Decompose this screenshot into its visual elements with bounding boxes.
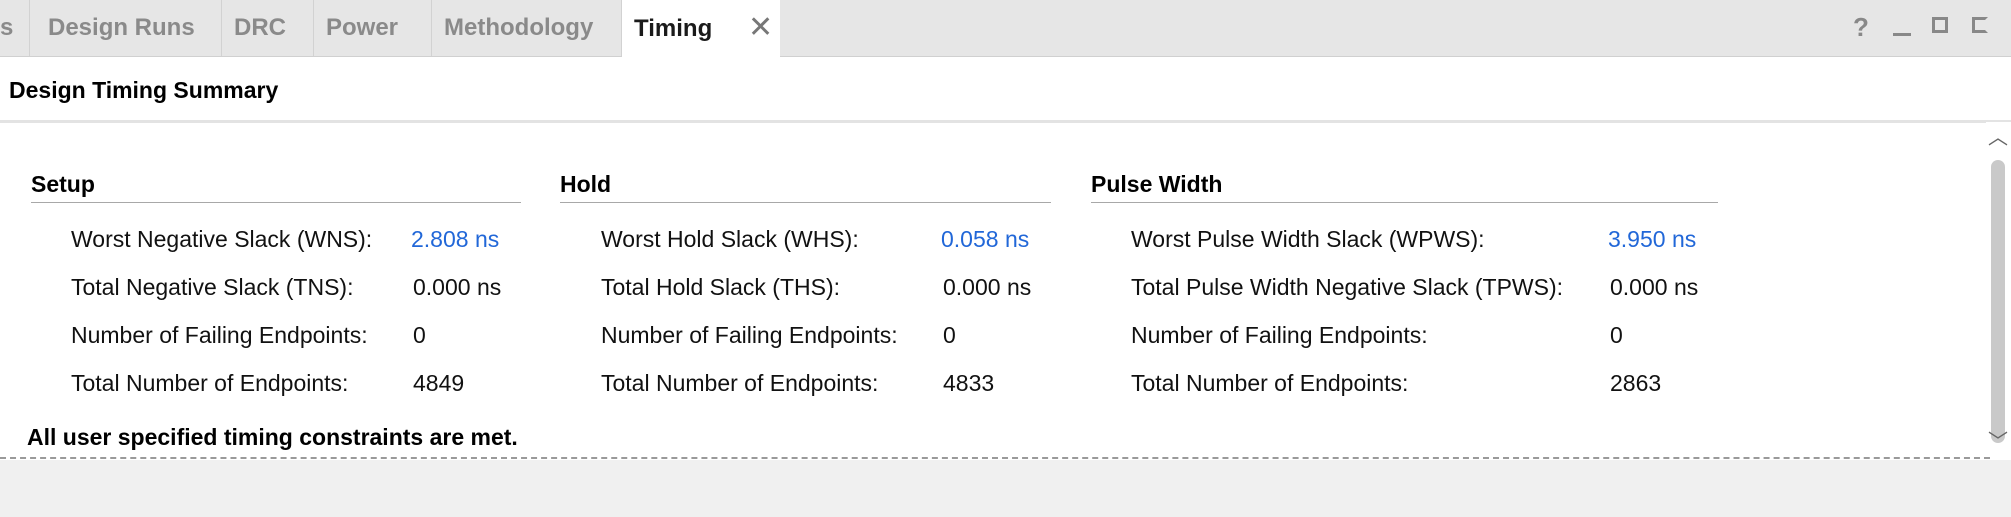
- setup-endpoints-label: Total Number of Endpoints:: [71, 370, 349, 396]
- tab-label: DRC: [234, 14, 286, 41]
- pulse-width-divider: [1091, 202, 1718, 203]
- whs-label: Worst Hold Slack (WHS):: [601, 226, 859, 252]
- tpws-value: 0.000 ns: [1610, 274, 1699, 300]
- hold-endpoints-value: 4833: [943, 370, 995, 396]
- hold-endpoints-label: Total Number of Endpoints:: [601, 370, 879, 396]
- tpws-label: Total Pulse Width Negative Slack (TPWS):: [1131, 274, 1564, 300]
- pw-endpoints-label: Total Number of Endpoints:: [1131, 370, 1409, 396]
- help-icon[interactable]: ?: [1853, 12, 1869, 42]
- help-label: ?: [1853, 12, 1869, 42]
- setup-heading: Setup: [31, 171, 95, 197]
- whs-value-link[interactable]: 0.058 ns: [941, 226, 1029, 253]
- tns-label: Total Negative Slack (TNS):: [71, 274, 354, 300]
- close-icon[interactable]: ✕: [748, 12, 773, 44]
- scroll-up-icon[interactable]: ︿: [1988, 128, 2008, 148]
- tab-label: s: [0, 14, 14, 41]
- splitter-handle[interactable]: [0, 457, 1990, 459]
- setup-divider: [31, 202, 521, 203]
- tab-label: Timing: [634, 14, 713, 42]
- timing-panel: [0, 57, 2011, 460]
- setup-failing-value: 0: [413, 322, 426, 348]
- bottom-panel: [0, 460, 2011, 515]
- tab-power[interactable]: Power: [314, 0, 432, 56]
- hold-failing-value: 0: [943, 322, 956, 348]
- title-divider: [0, 120, 2011, 123]
- hold-failing-label: Number of Failing Endpoints:: [601, 322, 898, 348]
- tns-value: 0.000 ns: [413, 274, 502, 300]
- hold-divider: [560, 202, 1051, 203]
- setup-endpoints-value: 4849: [413, 370, 465, 396]
- hold-heading: Hold: [560, 171, 612, 197]
- pw-endpoints-value: 2863: [1610, 370, 1662, 396]
- pw-failing-label: Number of Failing Endpoints:: [1131, 322, 1428, 348]
- ths-label: Total Hold Slack (THS):: [601, 274, 841, 300]
- tab-bar: s Design Runs DRC Power Methodology Timi…: [0, 0, 2011, 57]
- wns-value-link[interactable]: 2.808 ns: [411, 226, 499, 253]
- pulse-width-heading: Pulse Width: [1091, 171, 1223, 197]
- tab-drc[interactable]: DRC: [222, 0, 314, 56]
- status-message: All user specified timing constraints ar…: [27, 424, 518, 450]
- tab-label: Design Runs: [48, 14, 195, 41]
- ths-value: 0.000 ns: [943, 274, 1032, 300]
- tab-label: Methodology: [444, 14, 594, 41]
- float-icon[interactable]: [1972, 17, 1988, 33]
- tab-label: Power: [326, 14, 399, 41]
- setup-failing-label: Number of Failing Endpoints:: [71, 322, 368, 348]
- scroll-thumb[interactable]: [1991, 160, 2005, 443]
- tab-methodology[interactable]: Methodology: [432, 0, 622, 56]
- wns-label: Worst Negative Slack (WNS):: [71, 226, 373, 252]
- panel-title: Design Timing Summary: [9, 77, 279, 103]
- tab-design-runs[interactable]: Design Runs: [36, 0, 222, 56]
- wpws-label: Worst Pulse Width Slack (WPWS):: [1131, 226, 1485, 252]
- minimize-icon[interactable]: [1893, 33, 1911, 36]
- pw-failing-value: 0: [1610, 322, 1623, 348]
- tab-partial[interactable]: s: [0, 0, 30, 56]
- scroll-down-icon[interactable]: ﹀: [1988, 432, 2008, 452]
- maximize-icon[interactable]: [1932, 17, 1948, 33]
- wpws-value-link[interactable]: 3.950 ns: [1608, 226, 1696, 253]
